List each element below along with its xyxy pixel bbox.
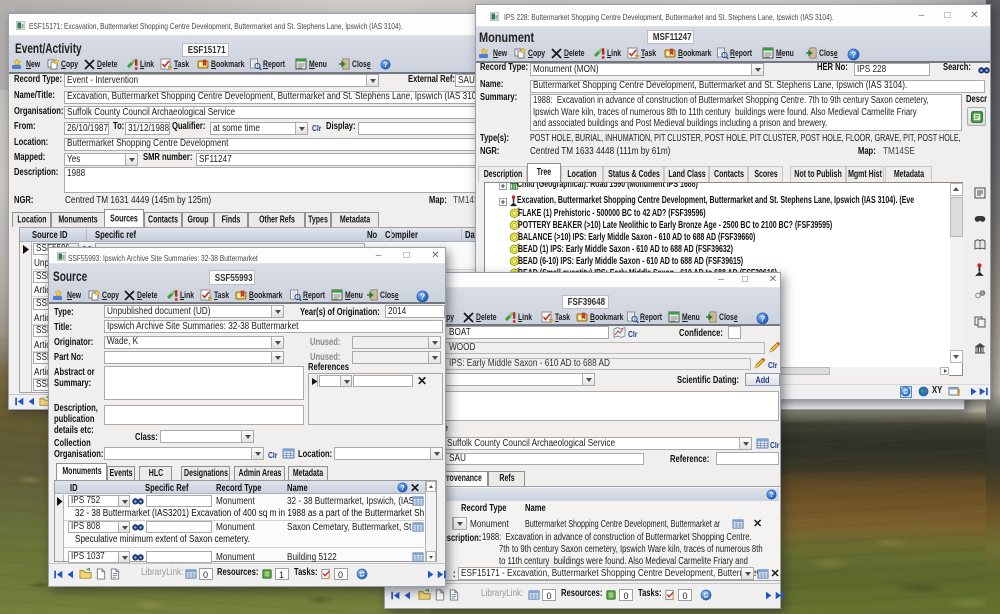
svg-text:!: ! [957,388,960,397]
